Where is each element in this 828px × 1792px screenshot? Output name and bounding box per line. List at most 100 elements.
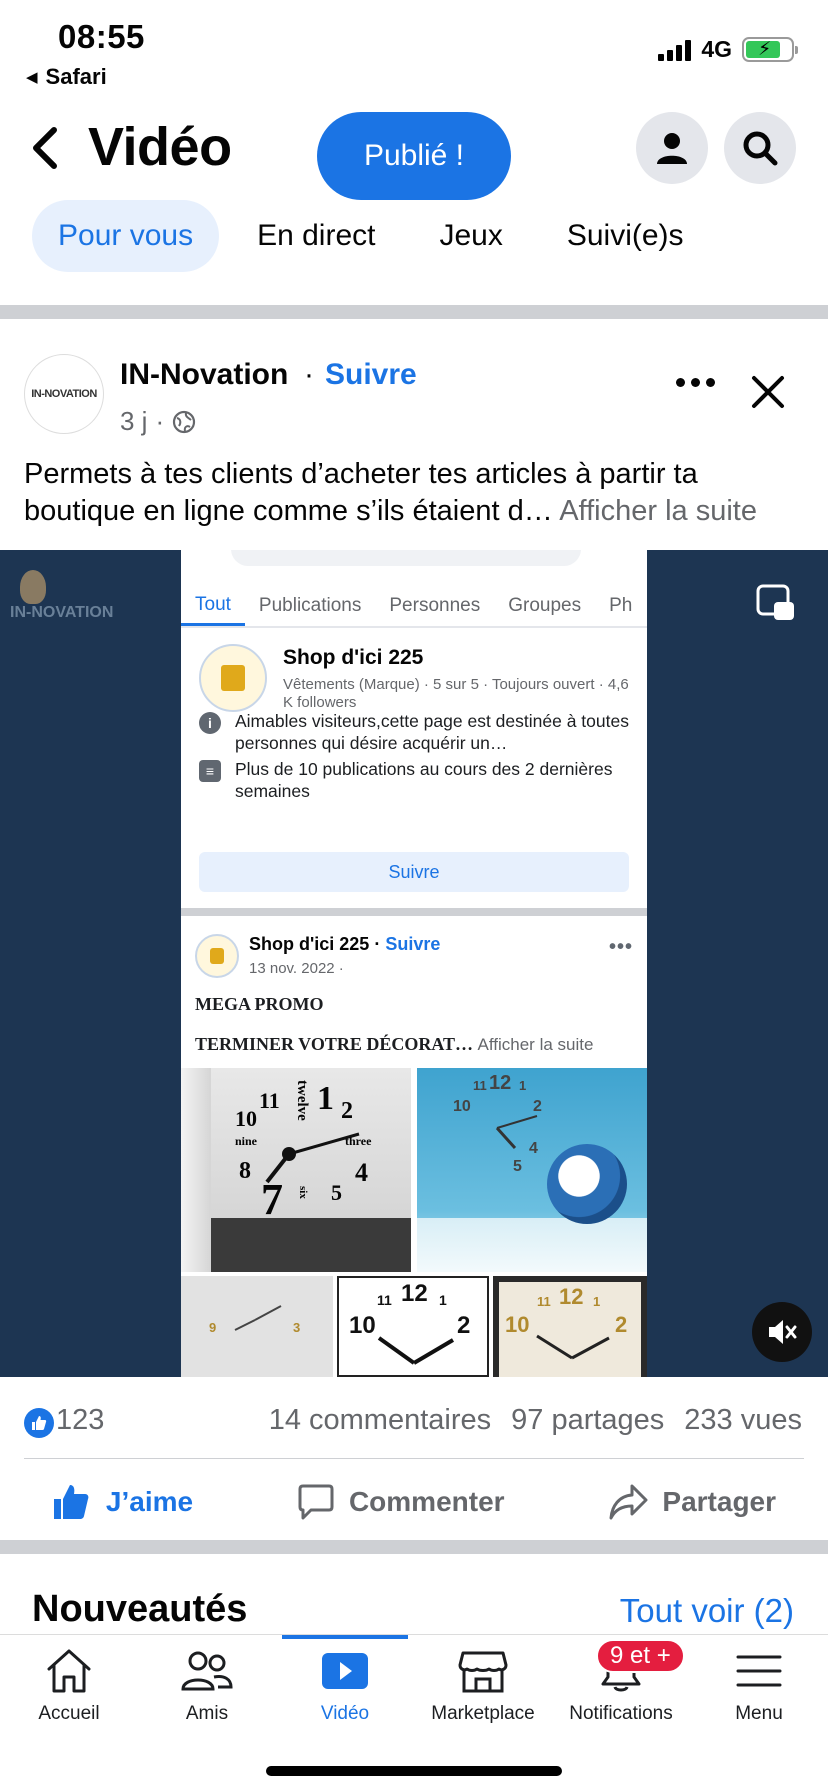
tab-pour-vous[interactable]: Pour vous [32, 200, 220, 272]
frame-post-line-text: TERMINER VOTRE DÉCORAT… [195, 1034, 474, 1054]
frame-tab: Tout [181, 586, 245, 626]
clock-number: 1 [593, 1294, 601, 1309]
frame-post-date: 13 nov. 2022 · [249, 960, 344, 977]
like-button[interactable]: J’aime [52, 1482, 193, 1522]
frame-post-avatar [195, 934, 239, 978]
chair-shape [547, 1144, 627, 1224]
back-to-app[interactable]: ◀ Safari [26, 64, 107, 90]
speaker-muted-icon [769, 1320, 797, 1344]
close-icon[interactable] [748, 372, 788, 412]
video-icon [322, 1653, 368, 1689]
comment-button[interactable]: Commenter [297, 1483, 505, 1521]
nav-accueil[interactable]: Accueil [0, 1635, 138, 1745]
tab-suivis[interactable]: Suivi(e)s [541, 200, 710, 272]
follow-link[interactable]: Suivre [325, 358, 417, 392]
frame-search-bar [231, 550, 581, 566]
clock-number: 3 [293, 1320, 301, 1335]
like-count[interactable]: 123 [56, 1404, 104, 1437]
share-button[interactable]: Partager [608, 1483, 776, 1521]
see-more-link[interactable]: Afficher la suite [559, 495, 757, 527]
nav-label: Vidéo [320, 1703, 370, 1724]
video-watermark: IN-NOVATION [10, 570, 113, 622]
clock-hands [377, 1336, 455, 1365]
meta-separator: · [155, 406, 165, 436]
frame-tab: Publications [258, 595, 362, 616]
comments-count[interactable]: 14 commentaires [269, 1404, 491, 1437]
clock-number: 10 [453, 1098, 471, 1115]
clock-number: 12 [489, 1072, 512, 1094]
frame-page-avatar [199, 644, 267, 712]
clock-image-blue: 11 12 1 2 10 4 5 [417, 1068, 647, 1272]
nav-label: Notifications [569, 1703, 673, 1724]
wall-shape [181, 1068, 211, 1272]
clock-number: nine [235, 1134, 258, 1148]
tab-en-direct[interactable]: En direct [231, 200, 401, 272]
clock-number: 5 [513, 1158, 522, 1175]
status-bar: 08:55 ◀ Safari 4G ⚡ [0, 0, 828, 96]
share-icon [609, 1484, 648, 1520]
clock-thumbnail: 12 11 1 10 2 [337, 1276, 489, 1377]
nav-marketplace[interactable]: Marketplace [414, 1635, 552, 1745]
frame-post-line: MEGA PROMO [195, 994, 324, 1014]
signal-icon [658, 39, 692, 61]
page-header: Vidéo Publié ! [0, 100, 828, 210]
posts-icon: ≡ [199, 760, 221, 782]
battery-icon: ⚡ [742, 37, 798, 62]
video-frame: Tout Publications Personnes Groupes Ph S… [181, 550, 647, 1377]
author-avatar[interactable]: IN-NOVATION [24, 354, 104, 434]
status-time: 08:55 [58, 18, 145, 55]
frame-info-text: Aimables visiteurs,cette page est destin… [235, 711, 629, 753]
clock-number: 4 [529, 1140, 538, 1157]
clock-number: 11 [473, 1078, 487, 1093]
frame-tab: Ph [609, 595, 633, 616]
clock-number: 12 [559, 1284, 584, 1309]
more-options-icon[interactable] [676, 378, 715, 387]
clock-number: 11 [259, 1088, 280, 1113]
frame-page-name: Shop d'ici 225 [283, 646, 424, 669]
post-caption: Permets à tes clients d’acheter tes arti… [24, 456, 814, 530]
clock-thumbnail: 9 3 [181, 1276, 333, 1377]
see-all-link[interactable]: Tout voir (2) [620, 1592, 794, 1630]
thumbs-up-icon [53, 1485, 89, 1519]
clock-number: 2 [533, 1098, 542, 1115]
back-chevron-icon[interactable] [26, 122, 66, 174]
clock-number: 11 [377, 1292, 392, 1308]
nav-label: Marketplace [431, 1703, 535, 1724]
home-indicator[interactable] [266, 1766, 562, 1776]
comment-label: Commenter [348, 1486, 505, 1517]
post-stats: 14 commentaires 97 partages 233 vues [269, 1404, 802, 1437]
video-tabs: Pour vous En direct Jeux Suivi(e)s [32, 200, 722, 272]
name-separator: · [304, 358, 314, 391]
frame-divider [181, 908, 647, 916]
status-indicators: 4G ⚡ [658, 36, 798, 63]
section-divider [0, 1540, 828, 1554]
profile-button[interactable] [636, 112, 708, 184]
clock-number: twelve [294, 1080, 310, 1121]
author-name[interactable]: IN-Novation [120, 358, 288, 392]
nav-label: Amis [185, 1703, 229, 1724]
post-time: 3 j [120, 406, 148, 436]
section-divider [0, 305, 828, 319]
publish-button[interactable]: Publié ! [317, 112, 511, 200]
nav-video[interactable]: Vidéo [276, 1635, 414, 1745]
search-button[interactable] [724, 112, 796, 184]
info-icon: i [199, 712, 221, 734]
avatar-logo-text: IN-NOVATION [31, 388, 97, 400]
clock-number: 5 [331, 1180, 342, 1205]
clock-number: 11 [537, 1294, 551, 1309]
clock-number: 1 [317, 1080, 334, 1117]
video-player[interactable]: IN-NOVATION Tout Publications Personnes … [0, 550, 828, 1377]
shopping-bag-icon [221, 665, 245, 691]
globe-icon [173, 410, 196, 433]
clock-number: three [345, 1134, 372, 1148]
nouveautes-title: Nouveautés [32, 1588, 248, 1630]
frame-page-meta: Vêtements (Marque) · 5 sur 5 · Toujours … [283, 676, 629, 711]
mute-button[interactable] [752, 1302, 812, 1362]
shares-count[interactable]: 97 partages [511, 1404, 664, 1437]
picture-in-picture-icon[interactable] [756, 584, 796, 624]
frame-info-row: ≡ Plus de 10 publications au cours des 2… [199, 758, 639, 802]
nav-amis[interactable]: Amis [138, 1635, 276, 1745]
nav-menu[interactable]: Menu [690, 1635, 828, 1745]
tab-jeux[interactable]: Jeux [413, 200, 528, 272]
clock-number: 12 [401, 1280, 428, 1307]
